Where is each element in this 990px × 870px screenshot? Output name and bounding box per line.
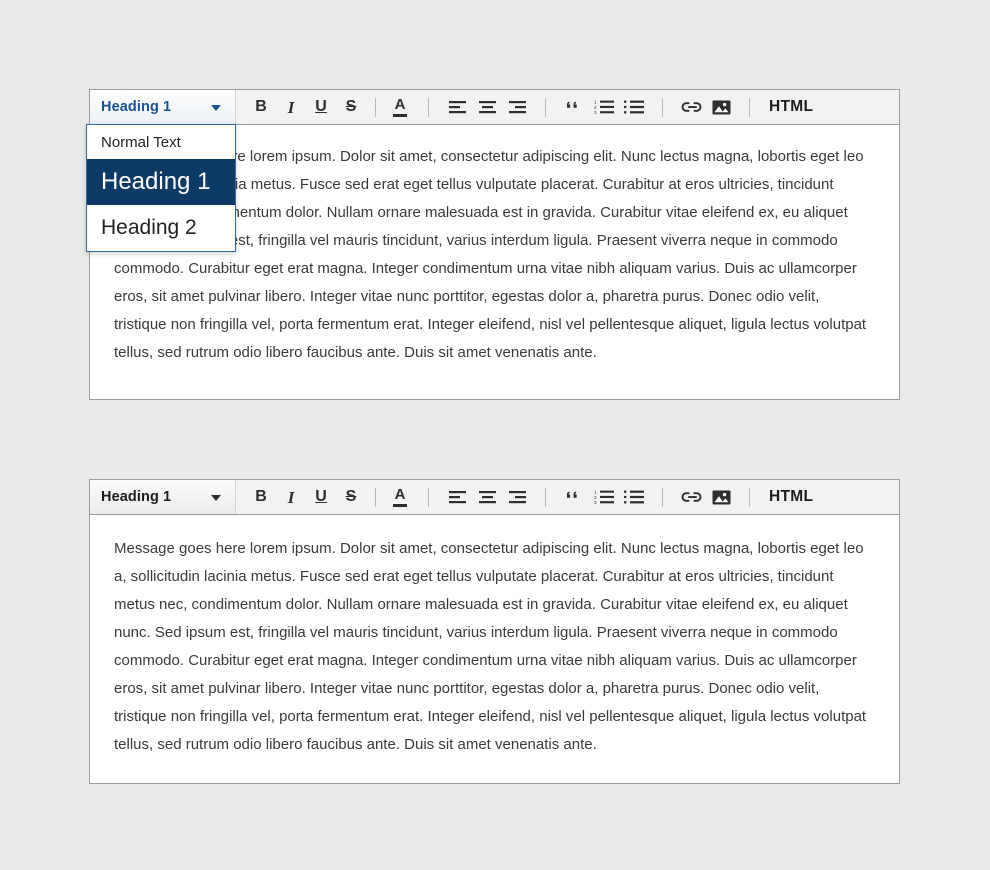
link-icon: [681, 102, 701, 112]
blockquote-icon: [567, 101, 577, 108]
format-select-second[interactable]: Heading 1: [90, 480, 236, 514]
strikethrough-button[interactable]: S: [336, 482, 366, 512]
blockquote-button[interactable]: [559, 482, 589, 512]
link-button[interactable]: [676, 482, 706, 512]
numbered-list-icon: 1 2 3: [594, 100, 614, 115]
toolbar-divider: [749, 487, 750, 507]
toolbar-divider: [428, 97, 429, 117]
format-option-label: Normal Text: [101, 133, 181, 151]
page-root: Heading 1 B I U S A 1 2 3 HTML Message g…: [0, 0, 990, 870]
image-icon: [712, 490, 730, 504]
toolbar-divider: [749, 97, 750, 117]
chevron-down-icon: [211, 495, 221, 501]
underline-button[interactable]: U: [306, 482, 336, 512]
bold-button[interactable]: B: [246, 92, 276, 122]
format-dropdown-menu: Normal Text Heading 1 Heading 2: [86, 124, 236, 252]
align-right-icon: [508, 100, 526, 113]
editor-toolbar-second: Heading 1 B I U S A 1 2 3 HTML: [90, 480, 899, 515]
blockquote-button[interactable]: [559, 92, 589, 122]
link-icon: [681, 492, 701, 502]
align-right-button[interactable]: [502, 92, 532, 122]
svg-text:3: 3: [594, 500, 597, 505]
strikethrough-button[interactable]: S: [336, 92, 366, 122]
bold-icon: B: [255, 98, 267, 115]
format-option-label: Heading 2: [101, 216, 197, 239]
align-left-icon: [448, 490, 466, 503]
format-option-normal-text[interactable]: Normal Text: [87, 125, 235, 159]
format-select-label: Heading 1: [101, 489, 172, 505]
align-right-icon: [508, 490, 526, 503]
align-center-button[interactable]: [472, 482, 502, 512]
italic-button[interactable]: I: [276, 92, 306, 122]
format-option-label: Heading 1: [101, 168, 211, 195]
toolbar-divider: [428, 487, 429, 507]
align-center-icon: [478, 490, 496, 503]
toolbar-divider: [375, 487, 376, 507]
editor-toolbar-first: Heading 1 B I U S A 1 2 3 HTML: [90, 90, 899, 125]
rich-text-editor-second: Heading 1 B I U S A 1 2 3 HTML Message g…: [89, 479, 900, 784]
underline-icon: U: [315, 488, 327, 505]
link-button[interactable]: [676, 92, 706, 122]
underline-button[interactable]: U: [306, 92, 336, 122]
strikethrough-icon: S: [345, 488, 357, 505]
html-button[interactable]: HTML: [763, 488, 819, 506]
toolbar-divider: [662, 487, 663, 507]
align-left-button[interactable]: [442, 92, 472, 122]
image-icon: [712, 100, 730, 114]
italic-icon: I: [287, 487, 295, 507]
italic-button[interactable]: I: [276, 482, 306, 512]
strikethrough-icon: S: [345, 98, 357, 115]
toolbar-divider: [545, 97, 546, 117]
align-center-button[interactable]: [472, 92, 502, 122]
bulleted-list-icon: [623, 490, 644, 504]
chevron-down-icon: [211, 105, 221, 111]
editor-content-second[interactable]: Message goes here lorem ipsum. Dolor sit…: [90, 515, 899, 783]
image-button[interactable]: [706, 92, 736, 122]
ordered-list-button[interactable]: 1 2 3: [589, 482, 619, 512]
bulleted-list-icon: [623, 100, 644, 114]
text-color-button[interactable]: A: [385, 482, 415, 512]
align-right-button[interactable]: [502, 482, 532, 512]
bold-button[interactable]: B: [246, 482, 276, 512]
format-option-heading-1[interactable]: Heading 1: [87, 159, 235, 205]
toolbar-divider: [662, 97, 663, 117]
unordered-list-button[interactable]: [619, 92, 649, 122]
svg-text:3: 3: [594, 110, 597, 115]
format-select-label: Heading 1: [101, 99, 172, 115]
numbered-list-icon: 1 2 3: [594, 490, 614, 505]
italic-icon: I: [287, 97, 295, 117]
toolbar-divider: [545, 487, 546, 507]
editor-paragraph: Message goes here lorem ipsum. Dolor sit…: [114, 540, 867, 753]
align-left-icon: [448, 100, 466, 113]
align-left-button[interactable]: [442, 482, 472, 512]
blockquote-icon: [567, 491, 577, 498]
image-button[interactable]: [706, 482, 736, 512]
format-select-first[interactable]: Heading 1: [90, 90, 236, 124]
ordered-list-button[interactable]: 1 2 3: [589, 92, 619, 122]
align-center-icon: [478, 100, 496, 113]
text-color-icon: A: [392, 487, 408, 507]
underline-icon: U: [315, 98, 327, 115]
bold-icon: B: [255, 488, 267, 505]
text-color-button[interactable]: A: [385, 92, 415, 122]
html-button[interactable]: HTML: [763, 98, 819, 116]
unordered-list-button[interactable]: [619, 482, 649, 512]
text-color-icon: A: [392, 97, 408, 117]
format-option-heading-2[interactable]: Heading 2: [87, 205, 235, 251]
toolbar-divider: [375, 97, 376, 117]
